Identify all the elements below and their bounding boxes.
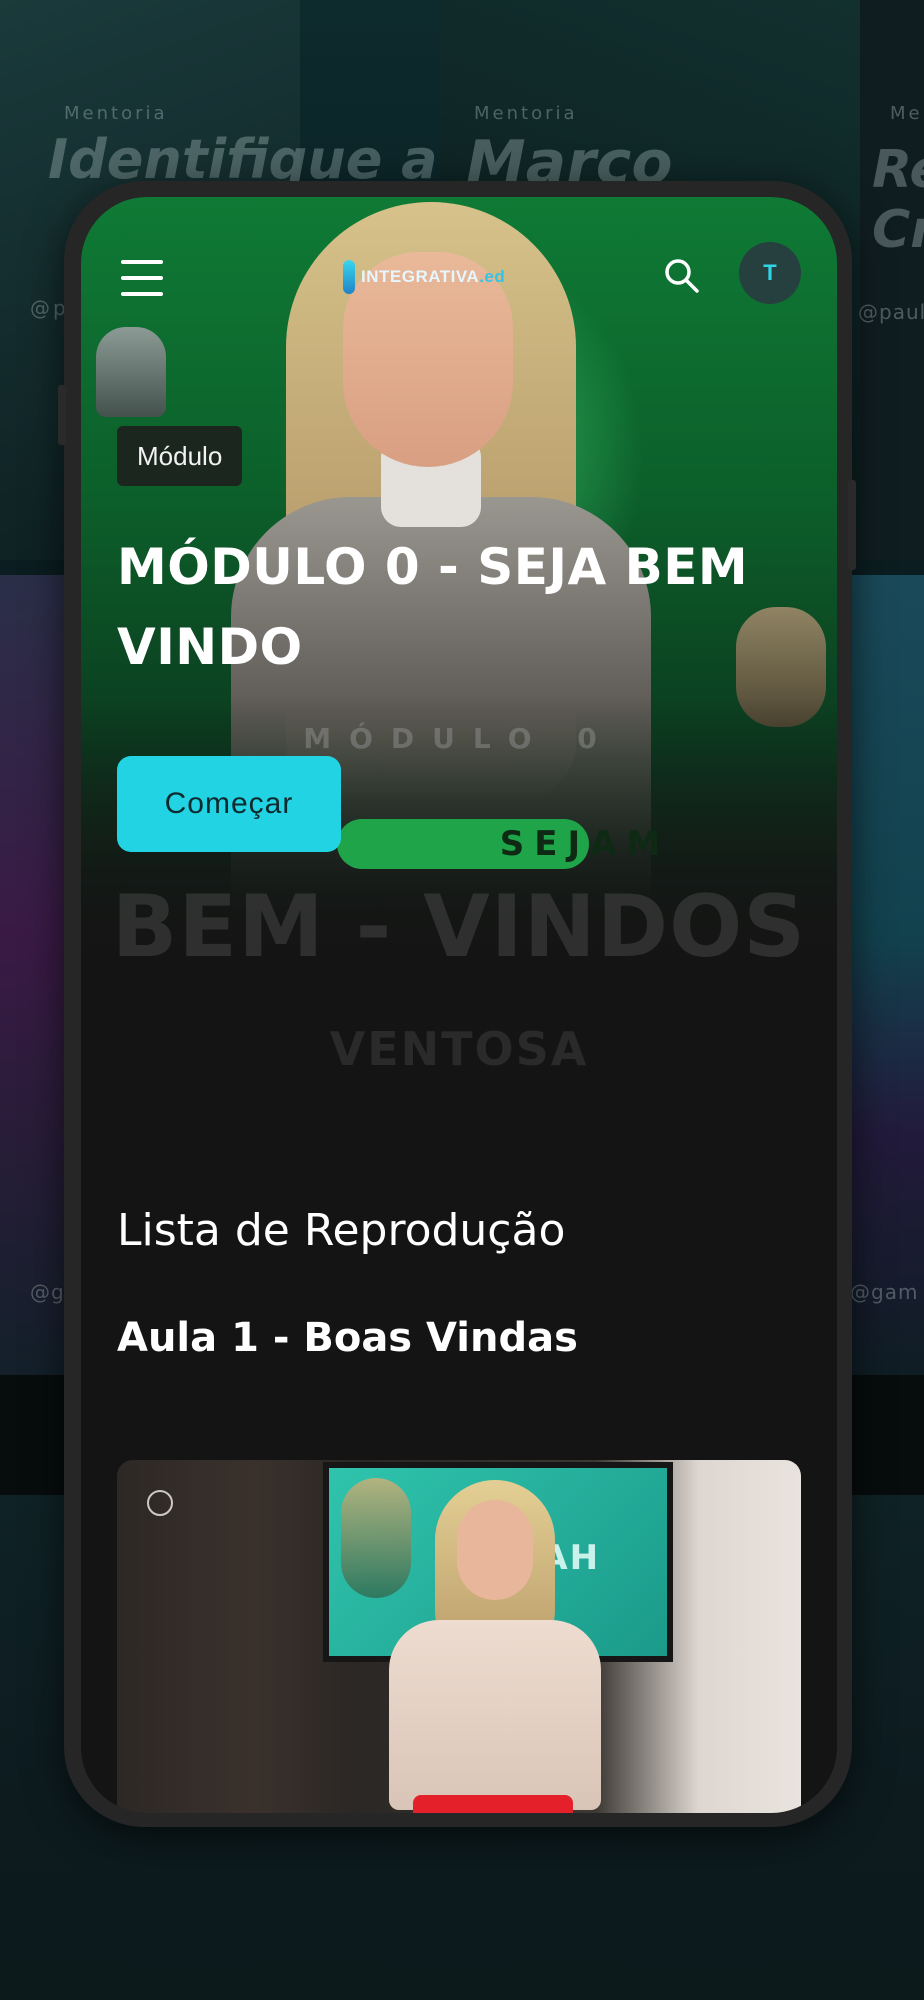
module-title: MÓDULO 0 - SEJA BEM VINDO: [117, 538, 749, 676]
background-tile-title: Re Cr: [872, 140, 924, 260]
background-tile: [860, 0, 924, 560]
background-tile-label: Mentoria: [474, 103, 578, 124]
presenter-body: [389, 1620, 601, 1810]
phone-side-button: [58, 385, 66, 445]
poster-bem-vindos-text: BEM - VINDOS: [111, 877, 807, 977]
background-tile: [850, 575, 924, 1375]
phone-screen: MÓDULO 0 SEJAM BEM - VINDOS VENTOSA INTE…: [81, 197, 837, 1813]
background-handle: @p: [30, 296, 69, 320]
logo-text: INTEGRATIVA.ed: [361, 267, 506, 286]
tv-face-image: [341, 1478, 411, 1598]
search-icon[interactable]: [663, 257, 701, 295]
poster-modulo-text: MÓDULO 0: [303, 722, 615, 755]
poster-brand-text: VENTOSA: [329, 1022, 589, 1076]
trophy-image: [96, 327, 166, 417]
user-avatar[interactable]: T: [739, 242, 801, 304]
hamburger-menu-icon[interactable]: [119, 255, 165, 301]
brand-logo[interactable]: INTEGRATIVA.ed: [343, 257, 505, 297]
lesson-video-thumbnail[interactable]: RAMAH: [117, 1460, 801, 1813]
logo-mark-icon: [343, 260, 355, 294]
background-handle: @g: [30, 1280, 65, 1304]
presenter-skirt: [413, 1795, 573, 1813]
watched-status-circle-icon[interactable]: [147, 1490, 173, 1516]
lesson-title: Aula 1 - Boas Vindas: [117, 1315, 578, 1361]
module-badge: Módulo: [117, 426, 243, 486]
background-tile-label: Mentoria: [64, 103, 168, 124]
phone-side-button: [848, 480, 856, 570]
background-tile-label: Mentoria: [890, 103, 924, 124]
background-handle: @gam: [850, 1280, 919, 1304]
playlist-heading: Lista de Reprodução: [117, 1205, 566, 1256]
start-button[interactable]: Começar: [117, 756, 341, 852]
presenter-face: [457, 1500, 533, 1600]
background-handle: @paul: [858, 300, 924, 324]
hero-banner: MÓDULO 0 SEJAM BEM - VINDOS VENTOSA: [81, 197, 837, 1197]
